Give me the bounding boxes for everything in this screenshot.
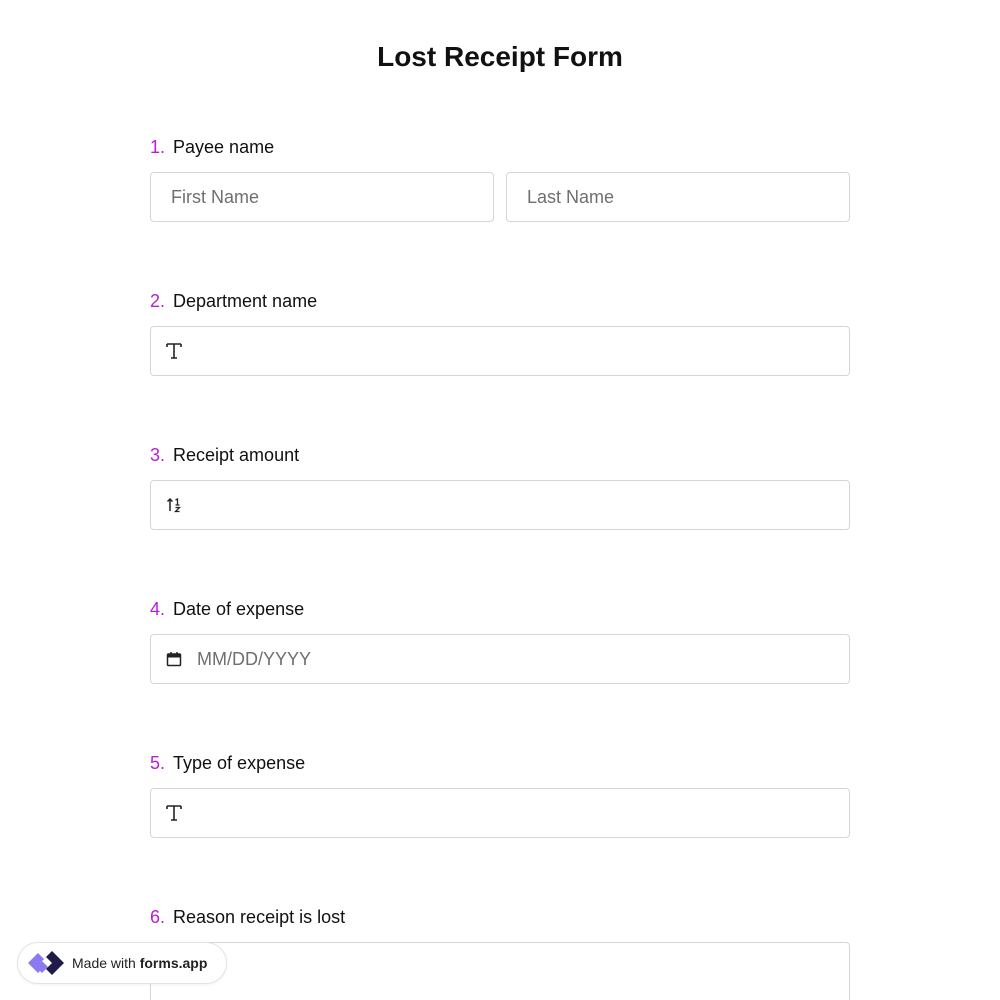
last-name-input[interactable]: Last Name bbox=[506, 172, 850, 222]
form-page: Lost Receipt Form 1. Payee name First Na… bbox=[0, 0, 1000, 1000]
forms-app-logo-icon bbox=[28, 951, 64, 975]
question-number: 3. bbox=[150, 445, 166, 465]
calendar-icon bbox=[165, 649, 183, 669]
question-text: Date of expense bbox=[173, 599, 305, 619]
made-with-badge[interactable]: Made with forms.app bbox=[17, 942, 227, 984]
question-text: Type of expense bbox=[173, 753, 306, 773]
question-text: Reason receipt is lost bbox=[173, 907, 346, 927]
question-label: 5. Type of expense bbox=[150, 752, 850, 774]
receipt-amount-input[interactable] bbox=[150, 480, 850, 530]
question-text: Receipt amount bbox=[173, 445, 300, 465]
date-of-expense-input[interactable]: MM/DD/YYYY bbox=[150, 634, 850, 684]
question-reason-receipt-lost: 6. Reason receipt is lost bbox=[150, 906, 850, 1000]
badge-text: Made with forms.app bbox=[72, 955, 207, 971]
badge-brand: forms.app bbox=[139, 955, 208, 971]
question-type-of-expense: 5. Type of expense bbox=[150, 752, 850, 838]
question-number: 6. bbox=[150, 907, 166, 927]
department-name-input[interactable] bbox=[150, 326, 850, 376]
reason-textarea[interactable] bbox=[150, 942, 850, 1000]
text-icon bbox=[165, 341, 183, 361]
first-name-placeholder: First Name bbox=[171, 186, 260, 207]
question-label: 4. Date of expense bbox=[150, 598, 850, 620]
date-placeholder: MM/DD/YYYY bbox=[197, 648, 312, 669]
question-number: 5. bbox=[150, 753, 166, 773]
question-number: 2. bbox=[150, 291, 166, 311]
question-text: Department name bbox=[173, 291, 318, 311]
badge-prefix: Made with bbox=[72, 955, 136, 971]
question-label: 3. Receipt amount bbox=[150, 444, 850, 466]
question-label: 6. Reason receipt is lost bbox=[150, 906, 850, 928]
question-receipt-amount: 3. Receipt amount bbox=[150, 444, 850, 530]
question-text: Payee name bbox=[173, 137, 275, 157]
last-name-placeholder: Last Name bbox=[527, 186, 615, 207]
question-label: 1. Payee name bbox=[150, 136, 850, 158]
first-name-input[interactable]: First Name bbox=[150, 172, 494, 222]
question-label: 2. Department name bbox=[150, 290, 850, 312]
question-number: 4. bbox=[150, 599, 166, 619]
question-payee-name: 1. Payee name First Name Last Name bbox=[150, 136, 850, 222]
text-icon bbox=[165, 803, 183, 823]
question-date-of-expense: 4. Date of expense MM/DD/YYYY bbox=[150, 598, 850, 684]
question-number: 1. bbox=[150, 137, 166, 157]
type-of-expense-input[interactable] bbox=[150, 788, 850, 838]
number-icon bbox=[165, 495, 183, 515]
form-title: Lost Receipt Form bbox=[377, 41, 623, 72]
question-department-name: 2. Department name bbox=[150, 290, 850, 376]
